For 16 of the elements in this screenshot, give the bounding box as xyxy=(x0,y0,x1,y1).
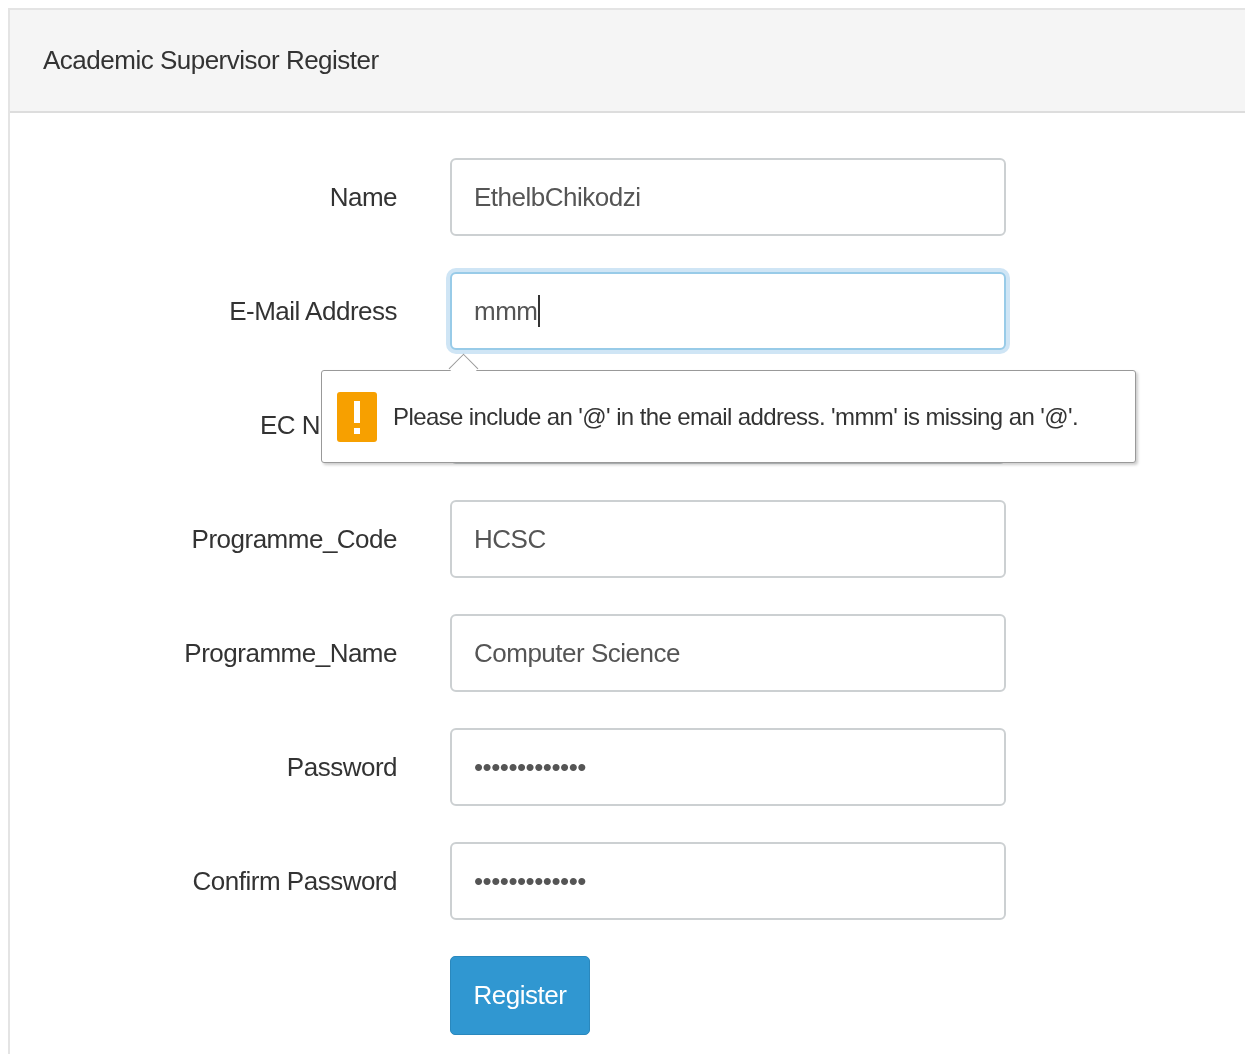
field-label: E-Mail Address xyxy=(228,295,397,327)
input-field[interactable]: ••••••••••••• xyxy=(450,728,1006,806)
input-field[interactable]: EthelbChikodzi xyxy=(450,158,1006,236)
field-label: Programme_Code xyxy=(190,523,397,555)
field-label: EC N xyxy=(259,409,322,441)
input-field[interactable]: HCSC xyxy=(450,500,1006,578)
field-label: Confirm Password xyxy=(191,865,397,897)
field-label: Name xyxy=(328,181,397,213)
field-label: Password xyxy=(285,751,397,783)
warning-icon xyxy=(337,391,377,442)
text-cursor xyxy=(538,295,541,327)
input-field[interactable]: Computer Science xyxy=(450,614,1006,692)
tooltip-message: Please include an '@' in the email address. 'mmm' is missing an '@'. xyxy=(393,402,1079,431)
panel-title: Academic Supervisor Register xyxy=(43,45,379,76)
field-label: Programme_Name xyxy=(183,637,397,669)
input-field[interactable]: ••••••••••••• xyxy=(450,842,1006,920)
